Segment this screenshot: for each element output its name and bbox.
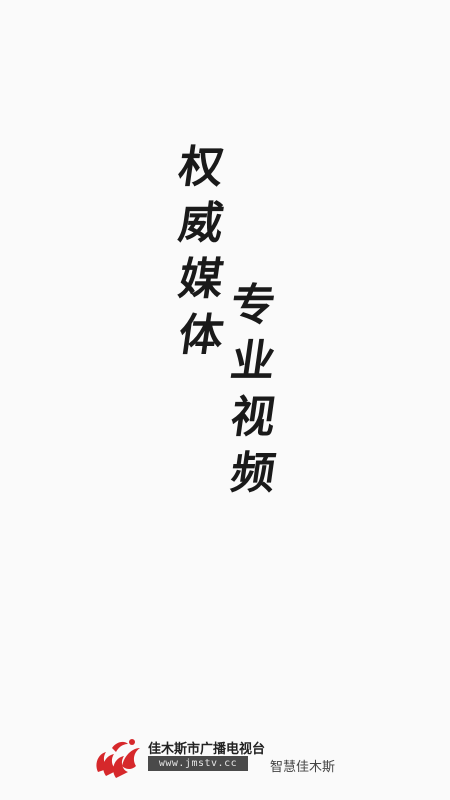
slogan-char: 媒 — [175, 254, 227, 305]
website-url: www.jmstv.cc — [148, 756, 248, 771]
footer-branding: 佳木斯市广播电视台 www.jmstv.cc 智慧佳木斯 — [92, 734, 372, 784]
slogan-char: 威 — [175, 198, 227, 249]
slogan-char: 视 — [227, 392, 279, 443]
slogan-char: 体 — [175, 310, 227, 361]
station-name: 佳木斯市广播电视台 — [148, 742, 266, 757]
slogan-char: 权 — [175, 142, 227, 193]
slogan-right-column: 专 业 视 频 — [227, 278, 278, 502]
tagline: 智慧佳木斯 — [270, 760, 336, 775]
slogan-char: 频 — [227, 448, 279, 499]
slogan-char: 业 — [227, 336, 279, 387]
slogan-left-column: 权 威 媒 体 — [175, 140, 226, 364]
station-logo-icon — [96, 739, 140, 778]
slogan-char: 专 — [227, 280, 279, 331]
